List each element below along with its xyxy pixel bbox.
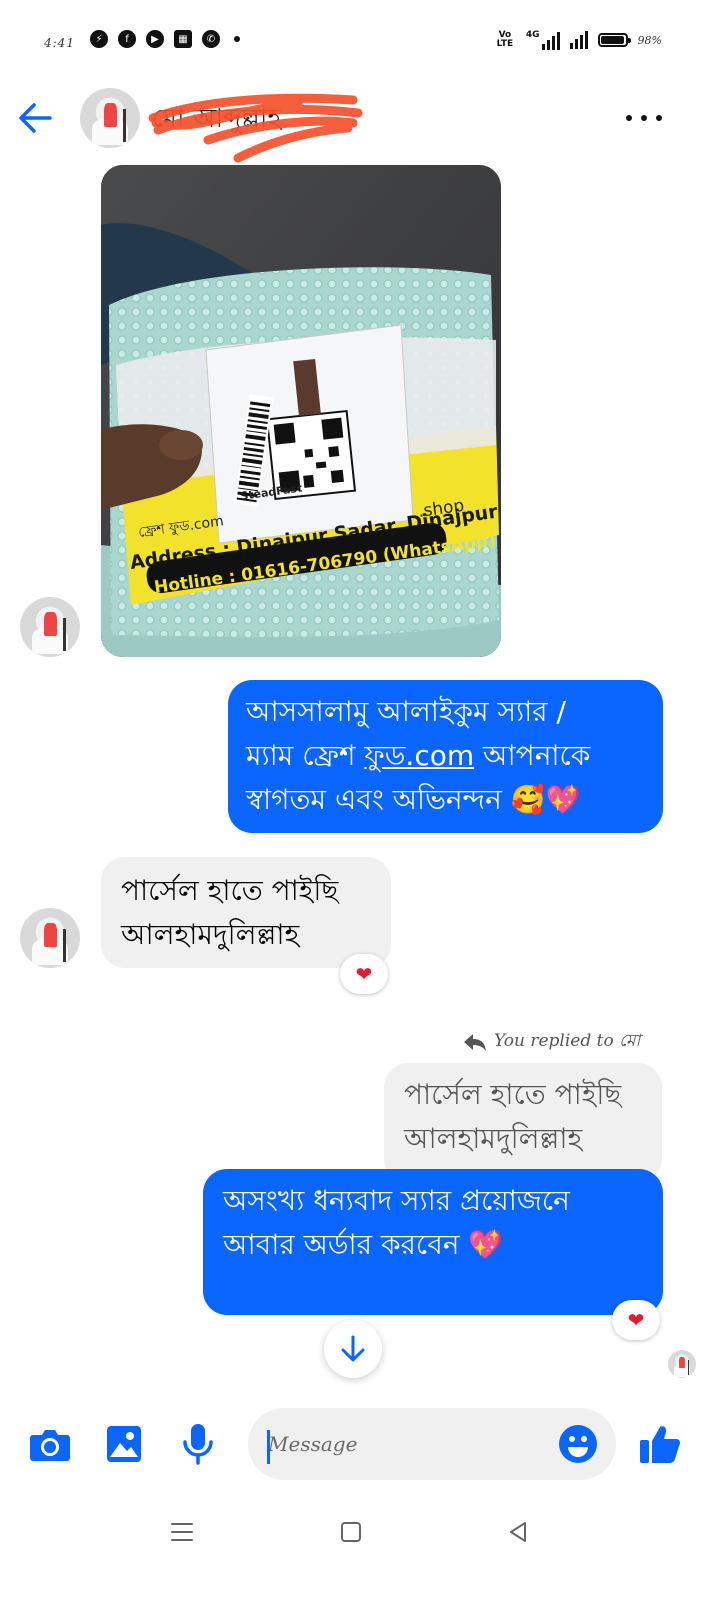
more-options-button[interactable] xyxy=(626,104,662,132)
battery-icon xyxy=(597,33,631,47)
messenger-icon: ⚡ xyxy=(90,30,108,48)
reply-indicator: You replied to মো xyxy=(462,1028,640,1056)
recent-apps-button[interactable] xyxy=(162,1512,202,1552)
outgoing-message-thanks[interactable]: অসংখ্য ধন্যবাদ স্যার প্রয়োজনে আবার অর্ড… xyxy=(203,1169,663,1315)
news-icon: ▦ xyxy=(174,30,192,48)
microphone-icon xyxy=(183,1424,213,1465)
back-arrow-icon xyxy=(19,103,52,133)
facebook-icon: f xyxy=(118,30,136,48)
message-link[interactable]: ফুড.com xyxy=(364,739,474,772)
back-button[interactable] xyxy=(14,96,58,140)
like-button[interactable] xyxy=(638,1422,682,1466)
image-icon xyxy=(107,1426,141,1462)
status-time: 4:41 xyxy=(44,36,75,50)
sender-avatar[interactable] xyxy=(20,908,80,968)
message-line: স্বাগতম এবং অভিনন্দন 🥰💖 xyxy=(246,783,581,816)
smiley-icon xyxy=(559,1425,597,1463)
camera-icon xyxy=(30,1430,70,1461)
signal-icon xyxy=(541,32,560,50)
read-receipt-avatar xyxy=(668,1350,696,1378)
network-type: 4G xyxy=(525,30,540,40)
home-icon xyxy=(341,1522,361,1542)
message-line: আসসালামু আলাইকুম স্যার / xyxy=(246,695,566,728)
quoted-message[interactable]: পার্সেল হাতে পাইছি আলহামদুলিল্লাহ xyxy=(384,1063,662,1183)
voice-button[interactable] xyxy=(176,1422,220,1466)
text-cursor xyxy=(267,1430,270,1464)
scroll-to-bottom-button[interactable] xyxy=(324,1320,382,1378)
gallery-button[interactable] xyxy=(102,1422,146,1466)
youtube-icon: ▶ xyxy=(146,30,164,48)
whatsapp-icon: ✆ xyxy=(202,30,220,48)
incoming-message-parcel[interactable]: পার্সেল হাতে পাইছি আলহামদুলিল্লাহ xyxy=(101,857,391,968)
sender-avatar[interactable] xyxy=(20,597,80,657)
signal-icon-2 xyxy=(569,31,588,49)
emoji-button[interactable] xyxy=(558,1424,598,1464)
name-redaction-scribble xyxy=(148,93,363,163)
thumbs-up-icon xyxy=(640,1426,680,1463)
message-line: ম্যাম ফ্রেশ ফুড.com আপনাকে xyxy=(246,739,591,772)
heart-reaction[interactable]: ❤ xyxy=(612,1300,660,1340)
contact-avatar[interactable] xyxy=(80,88,140,148)
parcel-image: SteadFast .shop ফ্রেশ ফুড.com Address : … xyxy=(101,165,501,657)
parcel-photo[interactable]: SteadFast .shop ফ্রেশ ফুড.com Address : … xyxy=(101,165,501,657)
reply-arrow-icon xyxy=(464,1034,486,1051)
more-notifications-dot xyxy=(234,36,240,42)
menu-icon xyxy=(171,1523,193,1541)
outgoing-message-greeting[interactable]: আসসালামু আলাইকুম স্যার / ম্যাম ফ্রেশ ফুড… xyxy=(228,680,663,833)
arrow-down-icon xyxy=(341,1335,365,1362)
home-button[interactable] xyxy=(331,1512,371,1552)
status-right: Vo LTE 4G 98% xyxy=(494,30,662,50)
heart-reaction[interactable]: ❤ xyxy=(340,954,388,994)
camera-button[interactable] xyxy=(28,1422,72,1466)
battery-percent: 98% xyxy=(637,33,662,47)
reply-label-text: You replied to মো xyxy=(494,1031,641,1051)
volte-indicator: Vo LTE xyxy=(496,30,514,49)
back-triangle-icon xyxy=(510,1522,526,1542)
system-back-button[interactable] xyxy=(498,1512,538,1552)
notification-icons: ⚡ f ▶ ▦ ✆ xyxy=(90,30,240,48)
